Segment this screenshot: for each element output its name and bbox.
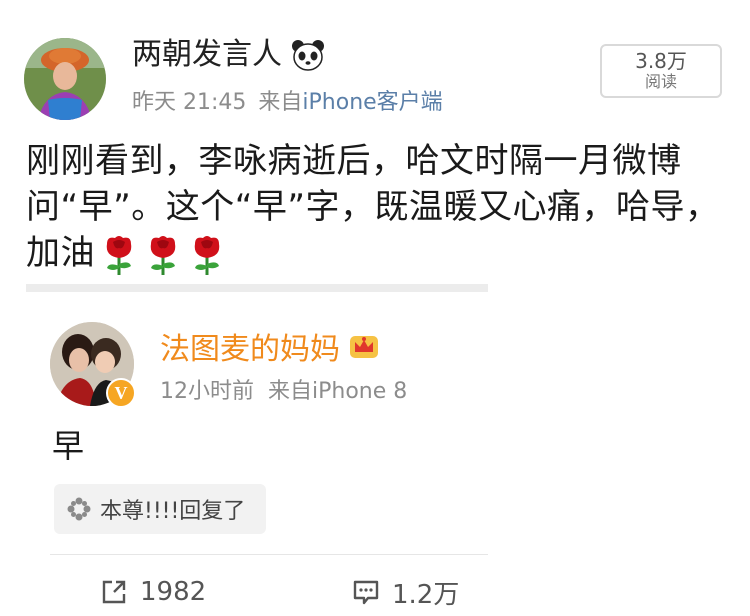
repost-icon — [100, 578, 128, 606]
rose-icon — [187, 234, 227, 276]
rose-icon — [99, 234, 139, 276]
comment-icon — [352, 578, 380, 606]
author-name[interactable]: 两朝发言人 — [132, 34, 282, 76]
read-label: 阅读 — [644, 72, 677, 91]
repost-button[interactable]: 1982 — [100, 572, 206, 612]
panda-icon — [290, 37, 326, 73]
repost-count: 1982 — [140, 577, 207, 607]
reply-meta: 12小时前 来自iPhone 8 — [160, 372, 407, 406]
reply-author-row: 法图麦的妈妈 — [160, 324, 380, 368]
post-body-line-3-wrap: 加油 — [26, 230, 726, 276]
reply-chip[interactable]: 本尊!!!!回复了 — [54, 484, 266, 534]
reply-chip-text: 本尊!!!!回复了 — [100, 499, 246, 524]
post-body-line-1: 刚刚看到，李咏病逝后，哈文时隔一月微博 — [26, 141, 682, 181]
author-avatar-image — [24, 38, 106, 120]
crown-icon — [348, 332, 380, 360]
section-divider — [26, 284, 488, 292]
flower-icon — [66, 496, 92, 522]
comment-button[interactable]: 1.2万 — [352, 572, 459, 612]
reply-text: 早 — [52, 427, 85, 465]
post-body-line-2: 问“早”。这个“早”字，既温暖又心痛，哈导， — [26, 187, 720, 227]
reply-time: 12小时前 — [160, 379, 254, 404]
reply-author-name[interactable]: 法图麦的妈妈 — [160, 324, 340, 368]
post-body: 刚刚看到，李咏病逝后，哈文时隔一月微博 问“早”。这个“早”字，既温暖又心痛，哈… — [26, 138, 726, 276]
read-count: 3.8万 — [635, 49, 687, 73]
post-body-line-3: 加油 — [26, 233, 95, 273]
weibo-post-screenshot: 两朝发言人 昨天 21:45 来自 iPhone客户端 3.8万 阅读 刚刚看到… — [0, 0, 750, 616]
reply-source: 来自iPhone 8 — [268, 379, 408, 404]
read-count-box: 3.8万 阅读 — [600, 44, 722, 98]
comment-count: 1.2万 — [392, 579, 460, 610]
rose-emoji-row — [99, 234, 227, 276]
post-meta: 昨天 21:45 来自 iPhone客户端 — [132, 84, 443, 116]
author-avatar[interactable] — [24, 38, 106, 120]
post-time: 昨天 21:45 — [132, 90, 247, 115]
verified-badge: V — [106, 378, 136, 408]
post-source-device[interactable]: iPhone客户端 — [302, 84, 442, 116]
post-source-prefix: 来自 — [258, 90, 303, 115]
rose-icon — [143, 234, 183, 276]
footer-divider — [50, 554, 488, 555]
author-row: 两朝发言人 — [132, 34, 326, 76]
